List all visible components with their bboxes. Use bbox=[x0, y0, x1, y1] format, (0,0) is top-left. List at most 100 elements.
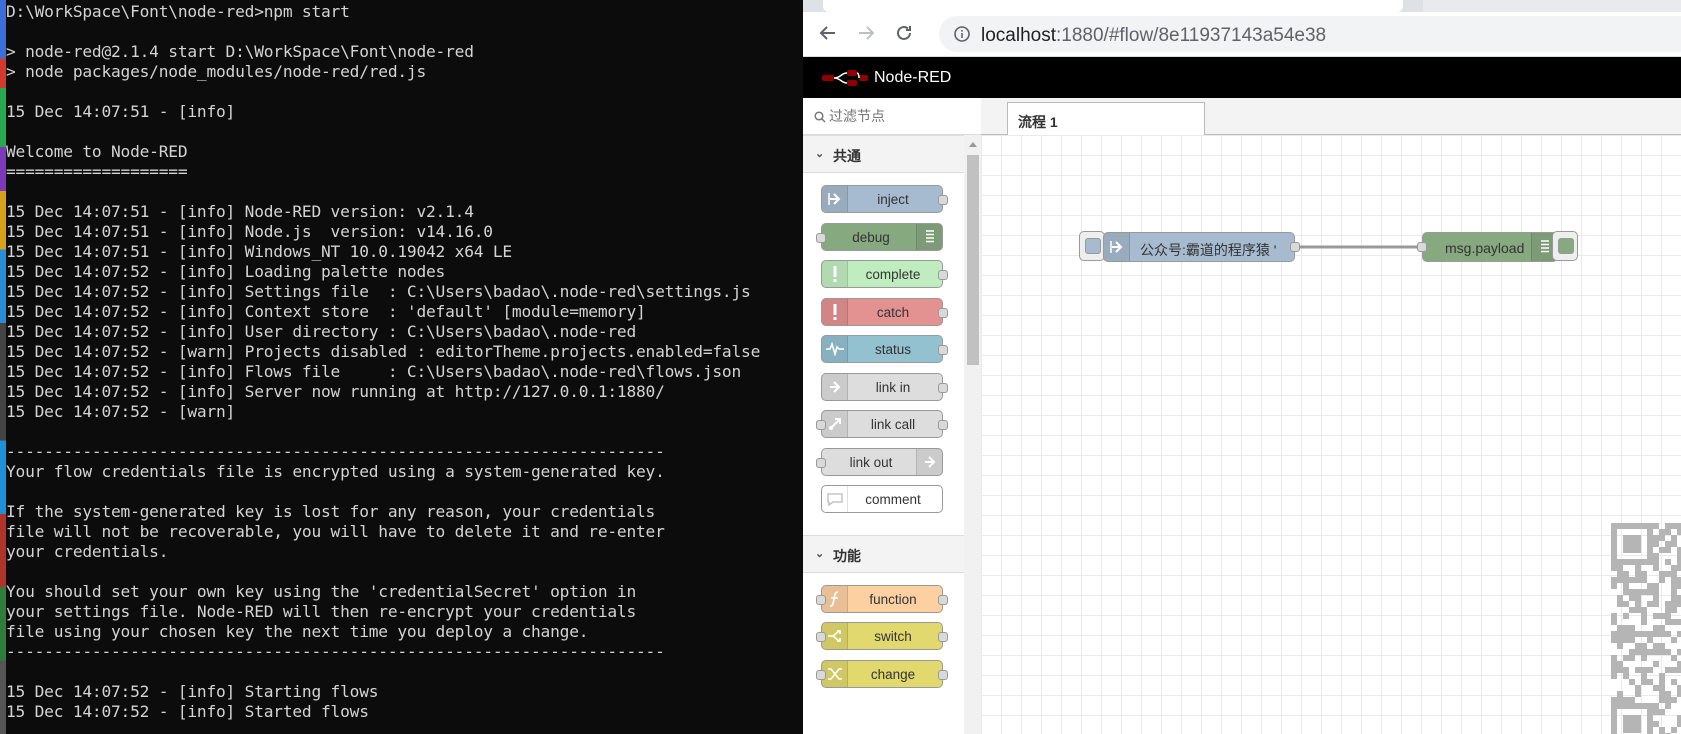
forward-button[interactable] bbox=[851, 18, 881, 48]
qr-code-icon bbox=[1611, 523, 1681, 734]
palette-node-link-call[interactable]: link call bbox=[816, 410, 948, 438]
flow-node-inject[interactable]: 公众号:霸道的程序猿 ' bbox=[1103, 232, 1300, 262]
input-port bbox=[816, 632, 826, 642]
palette-node-label: change bbox=[870, 666, 916, 682]
arrow-right-icon bbox=[859, 26, 875, 40]
terminal-line: file will not be recoverable, you will h… bbox=[6, 522, 665, 541]
palette-node-label: comment bbox=[865, 492, 921, 507]
palette-node-status[interactable]: status bbox=[821, 335, 948, 363]
browser-window: localhost:1880/#flow/8e11937143a54e38 No… bbox=[803, 0, 1681, 734]
input-port bbox=[816, 457, 826, 468]
palette-scrollbar[interactable] bbox=[964, 135, 981, 734]
chevron-down-icon: ⌄ bbox=[815, 148, 825, 160]
palette-category-header[interactable]: ⌄ 功能 bbox=[803, 534, 964, 573]
input-port bbox=[816, 669, 826, 680]
browser-tab-strip-filler bbox=[1423, 0, 1681, 12]
browser-tab-strip bbox=[803, 0, 1681, 12]
flow-wire[interactable] bbox=[981, 135, 1681, 734]
back-button[interactable] bbox=[813, 18, 843, 48]
palette-node-label: switch bbox=[874, 629, 912, 644]
palette-node-label: catch bbox=[876, 304, 910, 320]
terminal-line: 15 Dec 14:07:51 - [info] Windows_NT 10.0… bbox=[6, 242, 512, 261]
palette-node-change[interactable]: change bbox=[816, 659, 948, 688]
palette-list: ⌄ 共通 inject debug complete catch status link in… bbox=[803, 135, 964, 734]
input-port bbox=[816, 594, 826, 605]
terminal-line: file using your chosen key the next time… bbox=[6, 622, 589, 641]
terminal-line: 15 Dec 14:07:52 - [info] Settings file :… bbox=[6, 282, 751, 301]
palette-node-label: link in bbox=[875, 379, 911, 395]
terminal-line: 15 Dec 14:07:52 - [info] Loading palette… bbox=[6, 262, 446, 281]
flow-node-debug[interactable]: msg.payload bbox=[1417, 232, 1558, 262]
address-bar[interactable]: localhost:1880/#flow/8e11937143a54e38 bbox=[939, 16, 1681, 52]
terminal-line: D:\WorkSpace\Font\node-red>npm start bbox=[6, 2, 350, 21]
node-palette: ⌄ 共通 inject debug complete catch status link in… bbox=[803, 98, 981, 734]
arrow-in-icon bbox=[1104, 233, 1130, 261]
terminal-line: 15 Dec 14:07:52 - [warn] Projects disabl… bbox=[6, 342, 761, 361]
flow-node-debug-input-port[interactable] bbox=[1417, 242, 1427, 252]
link-arrow-icon bbox=[822, 373, 848, 400]
scroll-up-icon[interactable] bbox=[968, 140, 978, 148]
palette-node-comment[interactable]: comment bbox=[821, 485, 943, 513]
output-port bbox=[938, 270, 948, 280]
output-port bbox=[938, 307, 948, 318]
terminal-line: 15 Dec 14:07:52 - [info] Server now runn… bbox=[6, 382, 665, 401]
output-port bbox=[938, 345, 948, 355]
input-port bbox=[816, 232, 826, 243]
terminal-line: 15 Dec 14:07:51 - [info] bbox=[6, 102, 236, 121]
workspace-tabs: 流程 1 bbox=[981, 98, 1681, 136]
terminal-line: You should set your own key using the 'c… bbox=[6, 582, 637, 601]
arrow-left-icon bbox=[819, 26, 835, 40]
output-port bbox=[938, 594, 948, 605]
tab-flow-1-label: 流程 1 bbox=[1018, 114, 1058, 130]
palette-category-header[interactable]: ⌄ 共通 bbox=[803, 135, 964, 173]
flow-workspace: 流程 1 公众号:霸道的程序猿 ' msg.payload bbox=[981, 98, 1681, 734]
nodered-logo-icon bbox=[822, 70, 868, 86]
palette-filter-input[interactable] bbox=[829, 106, 969, 126]
flow-node-inject-output-port[interactable] bbox=[1290, 242, 1300, 252]
nodered-title: Node-RED bbox=[874, 69, 952, 86]
terminal-line: 15 Dec 14:07:52 - [info] Flows file : C:… bbox=[6, 362, 742, 381]
exclamation-icon bbox=[822, 261, 848, 287]
flow-canvas[interactable]: 公众号:霸道的程序猿 ' msg.payload bbox=[981, 135, 1681, 734]
link-arrow-icon bbox=[916, 448, 942, 475]
palette-node-link-in[interactable]: link in bbox=[821, 372, 948, 401]
palette-scroll-thumb[interactable] bbox=[967, 155, 979, 365]
inject-trigger-button[interactable] bbox=[1079, 231, 1105, 261]
info-icon[interactable] bbox=[953, 25, 971, 43]
terminal-line: ----------------------------------------… bbox=[6, 442, 665, 461]
flow-node-inject-label: 公众号:霸道的程序猿 ' bbox=[1140, 242, 1277, 258]
palette-node-catch[interactable]: catch bbox=[821, 297, 948, 326]
debug-toggle-button[interactable] bbox=[1552, 231, 1578, 261]
browser-tab-active[interactable] bbox=[823, 0, 1403, 12]
terminal-line: > node packages/node_modules/node-red/re… bbox=[6, 62, 427, 81]
comment-icon bbox=[822, 486, 848, 512]
terminal-window[interactable]: D:\WorkSpace\Font\node-red>npm start > no… bbox=[6, 0, 803, 734]
reload-button[interactable] bbox=[889, 18, 919, 48]
nodered-header: Node-RED bbox=[803, 57, 1681, 98]
url-text: localhost:1880/#flow/8e11937143a54e38 bbox=[981, 25, 1326, 47]
palette-node-label: status bbox=[874, 342, 912, 357]
terminal-line: 15 Dec 14:07:51 - [info] Node-RED versio… bbox=[6, 202, 474, 221]
url-path: :1880/#flow/8e11937143a54e38 bbox=[1056, 25, 1327, 46]
exclamation-icon bbox=[822, 298, 848, 325]
pulse-icon bbox=[822, 336, 848, 362]
terminal-line: 15 Dec 14:07:52 - [info] User directory … bbox=[6, 322, 637, 341]
palette-node-complete[interactable]: complete bbox=[821, 260, 948, 288]
palette-node-debug[interactable]: debug bbox=[816, 222, 943, 251]
arrow-in-icon bbox=[822, 186, 848, 212]
palette-node-function[interactable]: function bbox=[816, 584, 948, 613]
palette-node-inject[interactable]: inject bbox=[821, 185, 948, 213]
terminal-line: > node-red@2.1.4 start D:\WorkSpace\Font… bbox=[6, 42, 474, 61]
palette-node-link-out[interactable]: link out bbox=[816, 447, 943, 476]
flow-node-debug-label: msg.payload bbox=[1445, 240, 1525, 256]
output-port bbox=[938, 382, 948, 393]
inject-trigger-button-face bbox=[1085, 238, 1101, 254]
tab-flow-1[interactable]: 流程 1 bbox=[1007, 102, 1205, 136]
palette-node-switch[interactable]: switch bbox=[816, 622, 948, 650]
palette-node-label: complete bbox=[865, 267, 921, 282]
